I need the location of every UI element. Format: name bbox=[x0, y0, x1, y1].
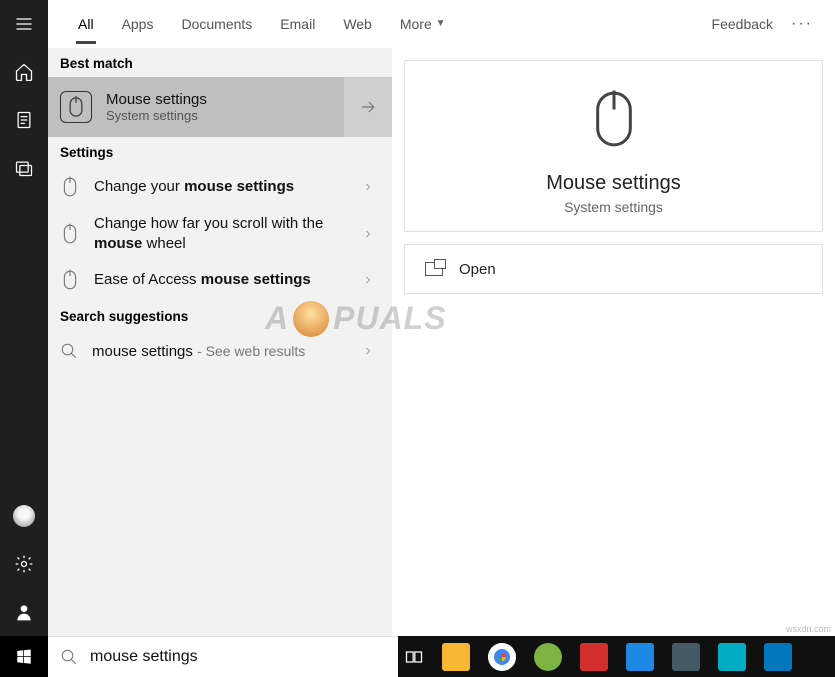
hamburger-icon bbox=[14, 14, 34, 34]
power-button[interactable] bbox=[0, 588, 48, 636]
tab-all[interactable]: All bbox=[64, 0, 108, 48]
best-match-result[interactable]: Mouse settings System settings bbox=[48, 77, 392, 137]
person-icon bbox=[14, 602, 34, 622]
detail-card: Mouse settings System settings bbox=[404, 60, 823, 232]
tab-web[interactable]: Web bbox=[329, 0, 386, 48]
taskbar-app-icon[interactable] bbox=[580, 643, 608, 671]
filter-header: All Apps Documents Email Web More ▼ Feed… bbox=[48, 0, 835, 48]
taskbar-app-icon[interactable] bbox=[764, 643, 792, 671]
more-options-button[interactable]: ··· bbox=[785, 15, 819, 33]
settings-result-text: Change your mouse settings bbox=[94, 177, 294, 197]
windows-icon bbox=[15, 648, 33, 666]
mouse-icon bbox=[60, 268, 80, 292]
chevron-down-icon: ▼ bbox=[436, 18, 446, 29]
best-match-header: Best match bbox=[48, 48, 392, 77]
taskbar-app-icon[interactable] bbox=[442, 643, 470, 671]
settings-result-row[interactable]: Change how far you scroll with the mouse… bbox=[48, 208, 392, 259]
gear-icon bbox=[14, 554, 34, 574]
avatar-icon bbox=[13, 505, 35, 527]
suggestion-text: mouse settings - See web results bbox=[92, 343, 305, 360]
document-icon bbox=[14, 110, 34, 130]
chevron-right-icon bbox=[362, 274, 374, 286]
taskbar-app-icon[interactable] bbox=[626, 643, 654, 671]
search-icon bbox=[60, 342, 78, 360]
hamburger-button[interactable] bbox=[0, 0, 48, 48]
taskbar-app-icon[interactable] bbox=[488, 643, 516, 671]
home-icon bbox=[14, 62, 34, 82]
account-button[interactable] bbox=[0, 492, 48, 540]
taskbar-app-icon[interactable] bbox=[718, 643, 746, 671]
detail-title: Mouse settings bbox=[546, 172, 681, 195]
attribution-text: wsxdn.com bbox=[786, 624, 831, 634]
search-suggestion-row[interactable]: mouse settings - See web results bbox=[48, 330, 392, 372]
search-icon bbox=[60, 648, 78, 666]
settings-result-row[interactable]: Change your mouse settings bbox=[48, 166, 392, 208]
mouse-icon bbox=[60, 175, 80, 199]
left-sidebar bbox=[0, 0, 48, 636]
chevron-right-icon bbox=[362, 228, 374, 240]
mouse-icon bbox=[60, 91, 92, 123]
detail-actions: Open bbox=[404, 244, 823, 294]
suggestions-header: Search suggestions bbox=[48, 301, 392, 330]
chevron-right-icon bbox=[362, 181, 374, 193]
settings-header: Settings bbox=[48, 137, 392, 166]
open-icon bbox=[425, 262, 443, 276]
filter-tabs: All Apps Documents Email Web More ▼ bbox=[64, 0, 460, 48]
pictures-icon bbox=[14, 158, 34, 178]
taskbar bbox=[398, 636, 835, 677]
best-match-subtitle: System settings bbox=[106, 108, 207, 123]
documents-button[interactable] bbox=[0, 96, 48, 144]
tab-more[interactable]: More ▼ bbox=[386, 0, 460, 48]
pictures-button[interactable] bbox=[0, 144, 48, 192]
settings-result-text: Change how far you scroll with the mouse… bbox=[94, 214, 334, 253]
home-button[interactable] bbox=[0, 48, 48, 96]
chevron-right-icon bbox=[362, 345, 374, 357]
mouse-icon-large bbox=[586, 85, 642, 158]
detail-subtitle: System settings bbox=[564, 199, 663, 215]
open-action[interactable]: Open bbox=[405, 245, 822, 293]
best-match-title: Mouse settings bbox=[106, 91, 207, 108]
tab-email[interactable]: Email bbox=[266, 0, 329, 48]
taskbar-app-icon[interactable] bbox=[672, 643, 700, 671]
tab-apps[interactable]: Apps bbox=[108, 0, 168, 48]
feedback-link[interactable]: Feedback bbox=[712, 16, 773, 32]
settings-result-row[interactable]: Ease of Access mouse settings bbox=[48, 259, 392, 301]
settings-result-text: Ease of Access mouse settings bbox=[94, 270, 311, 290]
open-label: Open bbox=[459, 261, 496, 278]
tab-documents[interactable]: Documents bbox=[167, 0, 266, 48]
start-button[interactable] bbox=[0, 636, 48, 677]
search-input[interactable] bbox=[90, 648, 386, 666]
taskbar-app-icon[interactable] bbox=[534, 643, 562, 671]
results-panel: Best match Mouse settings System setting… bbox=[48, 48, 392, 636]
mouse-icon bbox=[60, 222, 80, 246]
detail-panel: Mouse settings System settings Open bbox=[404, 60, 823, 636]
task-view-icon[interactable] bbox=[404, 647, 424, 667]
expand-arrow-button[interactable] bbox=[344, 77, 392, 137]
search-bar[interactable] bbox=[48, 636, 398, 677]
arrow-right-icon bbox=[358, 97, 378, 117]
settings-button[interactable] bbox=[0, 540, 48, 588]
